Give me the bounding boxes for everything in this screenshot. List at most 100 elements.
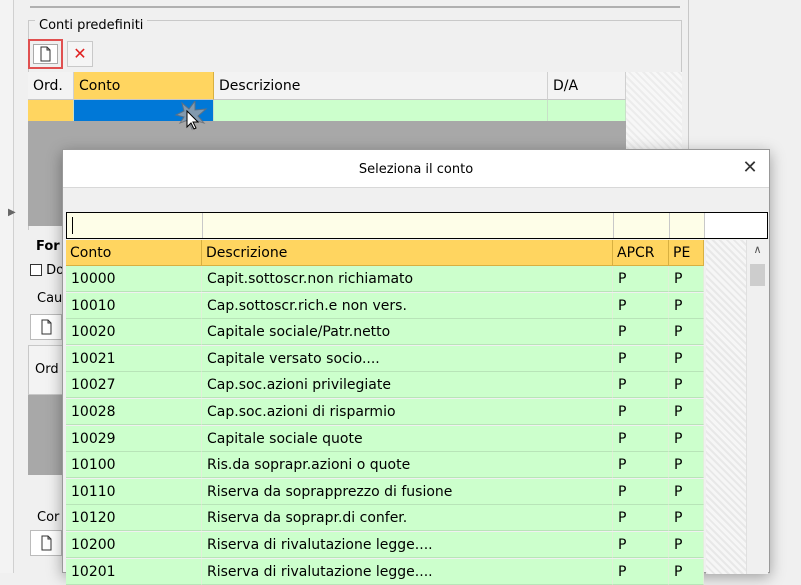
cell-apcr: P — [613, 425, 669, 452]
obscured-label-cau: Cau — [37, 291, 63, 306]
column-header-conto[interactable]: Conto — [66, 240, 202, 266]
cell-apcr: P — [613, 532, 669, 558]
checkbox-icon[interactable] — [30, 264, 42, 276]
table-row[interactable]: 10020 Capitale sociale/Patr.netto P P — [66, 319, 704, 346]
cell-descrizione: Cap.soc.azioni privilegiate — [202, 372, 613, 399]
cell-apcr: P — [613, 319, 669, 346]
cell-conto: 10020 — [66, 319, 202, 346]
column-header-da[interactable]: D/A — [548, 72, 626, 100]
obscured-label-cor: Cor — [37, 510, 60, 525]
cell-conto: 10201 — [66, 558, 202, 585]
filter-descrizione-input[interactable] — [203, 213, 614, 238]
new-document-icon — [33, 44, 58, 64]
cell-pe: P — [669, 425, 704, 452]
cell-pe: P — [669, 319, 704, 346]
filter-apcr-input[interactable] — [614, 213, 670, 238]
filter-conto-input[interactable] — [67, 213, 203, 238]
column-header-ord[interactable]: Ord. — [28, 72, 74, 100]
cell-pe: P — [669, 452, 704, 479]
cell-apcr: P — [613, 292, 669, 319]
delete-button[interactable]: ✕ — [67, 41, 93, 67]
column-header-descrizione[interactable]: Descrizione — [214, 72, 548, 100]
obscured-table-area — [28, 395, 64, 475]
cell-conto: 10029 — [66, 425, 202, 452]
grid-empty-area — [706, 240, 746, 574]
row-da-cell[interactable] — [548, 100, 626, 121]
obscured-label-for: For — [36, 239, 60, 254]
cell-descrizione: Ris.da soprapr.azioni o quote — [202, 452, 613, 479]
cell-pe: P — [669, 266, 704, 292]
cell-conto: 10028 — [66, 399, 202, 425]
cell-apcr: P — [613, 266, 669, 292]
row-ord-cell[interactable] — [28, 100, 74, 121]
row-descrizione-cell[interactable] — [214, 100, 548, 121]
table-row[interactable]: 10029 Capitale sociale quote P P — [66, 425, 704, 452]
cell-descrizione: Capit.sottoscr.non richiamato — [202, 266, 613, 292]
cell-pe: P — [669, 372, 704, 399]
obscured-new-button-2[interactable] — [30, 530, 62, 556]
splitter-arrow-icon[interactable]: ▶ — [8, 207, 20, 221]
new-document-icon — [41, 535, 52, 551]
close-icon[interactable]: ✕ — [741, 158, 759, 178]
table-row[interactable]: 10000 Capit.sottoscr.non richiamato P P — [66, 266, 704, 292]
group-title: Conti predefiniti — [35, 18, 148, 33]
dialog-title: Seleziona il conto — [63, 150, 769, 188]
divider — [30, 6, 680, 8]
cell-pe: P — [669, 345, 704, 372]
column-header-pe[interactable]: PE — [669, 240, 704, 266]
cell-pe: P — [669, 478, 704, 505]
cell-pe: P — [669, 532, 704, 558]
cell-descrizione: Capitale sociale quote — [202, 425, 613, 452]
column-header-conto[interactable]: Conto — [74, 72, 214, 100]
table-row[interactable]: 10110 Riserva da soprapprezzo di fusione P… — [66, 478, 704, 505]
vertical-scrollbar[interactable]: ∧ — [746, 240, 768, 574]
cell-apcr: P — [613, 452, 669, 479]
scrollbar-thumb[interactable] — [750, 264, 765, 286]
cell-pe: P — [669, 292, 704, 319]
cell-descrizione: Riserva da soprapr.di confer. — [202, 505, 613, 532]
click-sparkle-icon — [170, 99, 210, 131]
cell-apcr: P — [613, 505, 669, 532]
cell-descrizione: Riserva di rivalutazione legge.... — [202, 532, 613, 558]
cell-pe: P — [669, 399, 704, 425]
table-row[interactable]: 10021 Capitale versato socio.... P P — [66, 345, 704, 372]
cell-descrizione: Capitale sociale/Patr.netto — [202, 319, 613, 346]
table-row[interactable]: 10028 Cap.soc.azioni di risparmio P P — [66, 399, 704, 425]
obscured-checkbox-do[interactable]: Do — [30, 263, 64, 278]
cell-pe: P — [669, 558, 704, 585]
cell-descrizione: Cap.sottoscr.rich.e non vers. — [202, 292, 613, 319]
column-header-apcr[interactable]: APCR — [613, 240, 669, 266]
filter-pe-input[interactable] — [670, 213, 705, 238]
obscured-label-ord: Ord — [35, 362, 59, 377]
cell-conto: 10027 — [66, 372, 202, 399]
cell-conto: 10200 — [66, 532, 202, 558]
table-row[interactable]: 10120 Riserva da soprapr.di confer. P P — [66, 505, 704, 532]
table-row[interactable]: 10010 Cap.sottoscr.rich.e non vers. P P — [66, 292, 704, 319]
cell-apcr: P — [613, 558, 669, 585]
table-row[interactable]: 10100 Ris.da soprapr.azioni o quote P P — [66, 452, 704, 479]
cell-apcr: P — [613, 345, 669, 372]
delete-x-icon: ✕ — [73, 44, 87, 63]
cell-conto: 10010 — [66, 292, 202, 319]
cell-apcr: P — [613, 478, 669, 505]
cell-pe: P — [669, 505, 704, 532]
cell-apcr: P — [613, 399, 669, 425]
obscured-new-button[interactable] — [30, 314, 62, 340]
cell-apcr: P — [613, 372, 669, 399]
filter-row — [66, 212, 768, 239]
table-row[interactable]: 10201 Riserva di rivalutazione legge.... P… — [66, 558, 704, 585]
left-splitter[interactable] — [0, 0, 14, 573]
column-header-descrizione[interactable]: Descrizione — [202, 240, 613, 266]
cell-conto: 10100 — [66, 452, 202, 479]
text-caret — [72, 217, 73, 234]
table-row[interactable]: 10200 Riserva di rivalutazione legge.... P… — [66, 532, 704, 558]
scroll-up-arrow-icon[interactable]: ∧ — [747, 243, 768, 259]
dialog-toolbar — [63, 189, 769, 211]
cell-descrizione: Capitale versato socio.... — [202, 345, 613, 372]
cell-conto: 10120 — [66, 505, 202, 532]
new-account-button[interactable] — [28, 39, 63, 69]
table-row[interactable]: 10027 Cap.soc.azioni privilegiate P P — [66, 372, 704, 399]
cell-descrizione: Riserva da soprapprezzo di fusione — [202, 478, 613, 505]
select-account-dialog: Seleziona il conto ✕ Conto Descrizione A… — [62, 149, 770, 585]
cell-conto: 10021 — [66, 345, 202, 372]
